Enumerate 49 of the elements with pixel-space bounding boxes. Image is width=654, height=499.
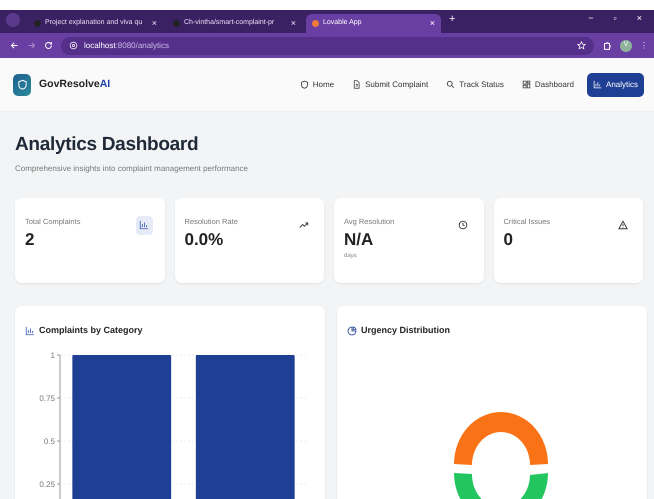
nav-link[interactable]: Track Status xyxy=(441,74,509,96)
lovable-icon xyxy=(312,20,319,27)
url-text: localhost:8080/analytics xyxy=(84,40,169,52)
shield-icon xyxy=(300,80,309,89)
stat-value: 0 xyxy=(504,231,514,248)
stat-value: 2 xyxy=(25,231,36,248)
clock-icon xyxy=(458,220,468,230)
app-logo xyxy=(13,74,31,96)
chart-title: Urgency Distribution xyxy=(361,324,450,337)
reload-icon[interactable] xyxy=(44,41,53,50)
document-icon xyxy=(352,80,362,89)
stat-value: 0.0% xyxy=(184,231,224,248)
bar-chart-icon xyxy=(25,326,35,336)
axis-tick-label: 0.75 xyxy=(39,394,55,404)
search-icon xyxy=(446,80,456,89)
star-icon[interactable] xyxy=(577,41,586,50)
stat-value: N/A xyxy=(344,231,374,248)
site-info-icon[interactable] xyxy=(69,41,78,50)
close-tab-button[interactable]: × xyxy=(290,16,296,30)
chart-title: Complaints by Category xyxy=(39,324,143,337)
back-icon[interactable] xyxy=(10,41,19,50)
restore-button[interactable]: ▫ xyxy=(614,12,617,26)
warning-icon xyxy=(618,220,628,230)
axis-tick-label: 1 xyxy=(50,351,55,360)
nav-link[interactable]: Dashboard xyxy=(516,74,579,96)
axis-tick-label: 0.5 xyxy=(44,437,55,446)
grid-icon xyxy=(522,80,531,89)
bar-chart-icon xyxy=(139,220,149,230)
page-subtitle: Comprehensive insights into complaint management performance xyxy=(15,162,250,175)
browser-menu-button[interactable]: ⋮ xyxy=(640,40,648,52)
nav-link[interactable]: Home xyxy=(294,74,340,96)
close-window-button[interactable]: × xyxy=(636,12,642,26)
site-icon xyxy=(34,20,41,27)
axis-tick-label: 0.25 xyxy=(39,480,55,490)
trending-up-icon xyxy=(298,220,308,230)
forward-icon[interactable] xyxy=(27,41,36,50)
close-tab-button[interactable]: × xyxy=(152,16,157,30)
close-tab-button[interactable]: × xyxy=(430,16,435,30)
extensions-icon[interactable] xyxy=(602,40,612,50)
brand-name: GovResolveAI xyxy=(39,76,110,92)
minimize-button[interactable]: − xyxy=(588,12,594,26)
bar-chart-icon xyxy=(592,80,602,89)
nav-link[interactable]: Submit Complaint xyxy=(347,74,434,96)
new-tab-button[interactable]: + xyxy=(449,11,456,28)
site-icon xyxy=(173,20,180,27)
nav-link[interactable]: Analytics xyxy=(586,72,644,96)
page-title: Analytics Dashboard xyxy=(15,134,200,157)
address-bar[interactable]: localhost:8080/analytics xyxy=(61,36,594,54)
pie-chart-icon xyxy=(347,326,357,336)
